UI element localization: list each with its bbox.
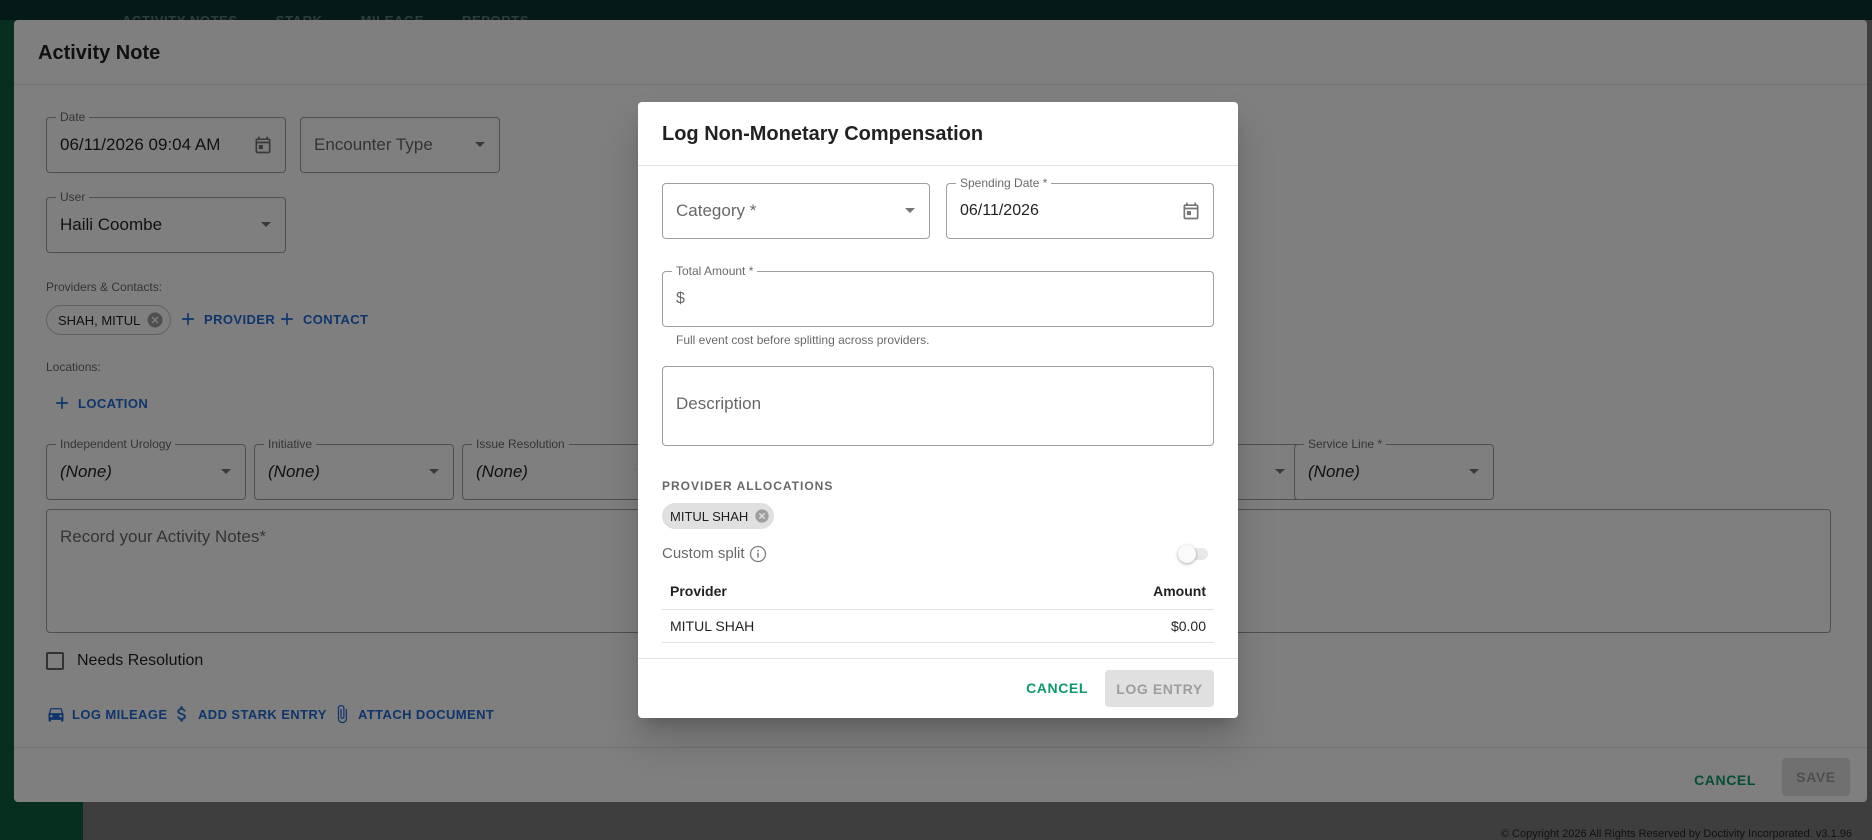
total-amount-helper: Full event cost before splitting across … [676, 333, 930, 347]
total-amount-field[interactable]: Total Amount * $ [662, 264, 1214, 327]
custom-split-row: Custom split [662, 542, 1214, 566]
custom-split-toggle[interactable] [1178, 545, 1208, 563]
allocation-table: Provider Amount MITUL SHAH $0.00 [662, 573, 1214, 643]
table-row: MITUL SHAH $0.00 [662, 609, 1214, 643]
description-field[interactable]: Description [662, 366, 1214, 446]
allocation-chip-label: MITUL SHAH [670, 508, 749, 524]
remove-chip-icon[interactable] [754, 508, 770, 524]
dialog-title: Log Non-Monetary Compensation [662, 123, 984, 145]
spending-date-value: 06/11/2026 [960, 202, 1039, 219]
amount-column-header: Amount [989, 573, 1214, 610]
allocation-table-header: Provider Amount [662, 573, 1214, 610]
allocation-provider-cell: MITUL SHAH [662, 609, 990, 643]
allocation-amount-cell: $0.00 [989, 609, 1214, 643]
log-compensation-dialog: Log Non-Monetary Compensation Category *… [638, 102, 1238, 718]
description-placeholder: Description [676, 394, 762, 413]
total-amount-label: Total Amount * [672, 264, 758, 278]
chevron-down-icon [905, 208, 915, 213]
toggle-thumb [1178, 545, 1196, 563]
info-icon[interactable] [748, 544, 768, 564]
log-entry-button[interactable]: LOG ENTRY [1105, 670, 1214, 707]
dialog-cancel-button[interactable]: CANCEL [1026, 680, 1088, 696]
total-amount-prefix: $ [676, 290, 685, 307]
allocation-provider-chip[interactable]: MITUL SHAH [662, 503, 775, 529]
spending-date-field[interactable]: Spending Date * 06/11/2026 [946, 176, 1214, 239]
provider-allocations-heading: PROVIDER ALLOCATIONS [662, 479, 834, 493]
calendar-icon[interactable] [1181, 201, 1201, 221]
dialog-footer: CANCEL LOG ENTRY [638, 658, 1238, 718]
category-select[interactable]: Category * [662, 183, 930, 239]
spending-date-label: Spending Date * [956, 176, 1052, 190]
provider-column-header: Provider [662, 573, 990, 610]
dialog-header: Log Non-Monetary Compensation [638, 102, 1238, 166]
custom-split-label: Custom split [662, 545, 745, 562]
category-placeholder: Category * [676, 201, 757, 220]
